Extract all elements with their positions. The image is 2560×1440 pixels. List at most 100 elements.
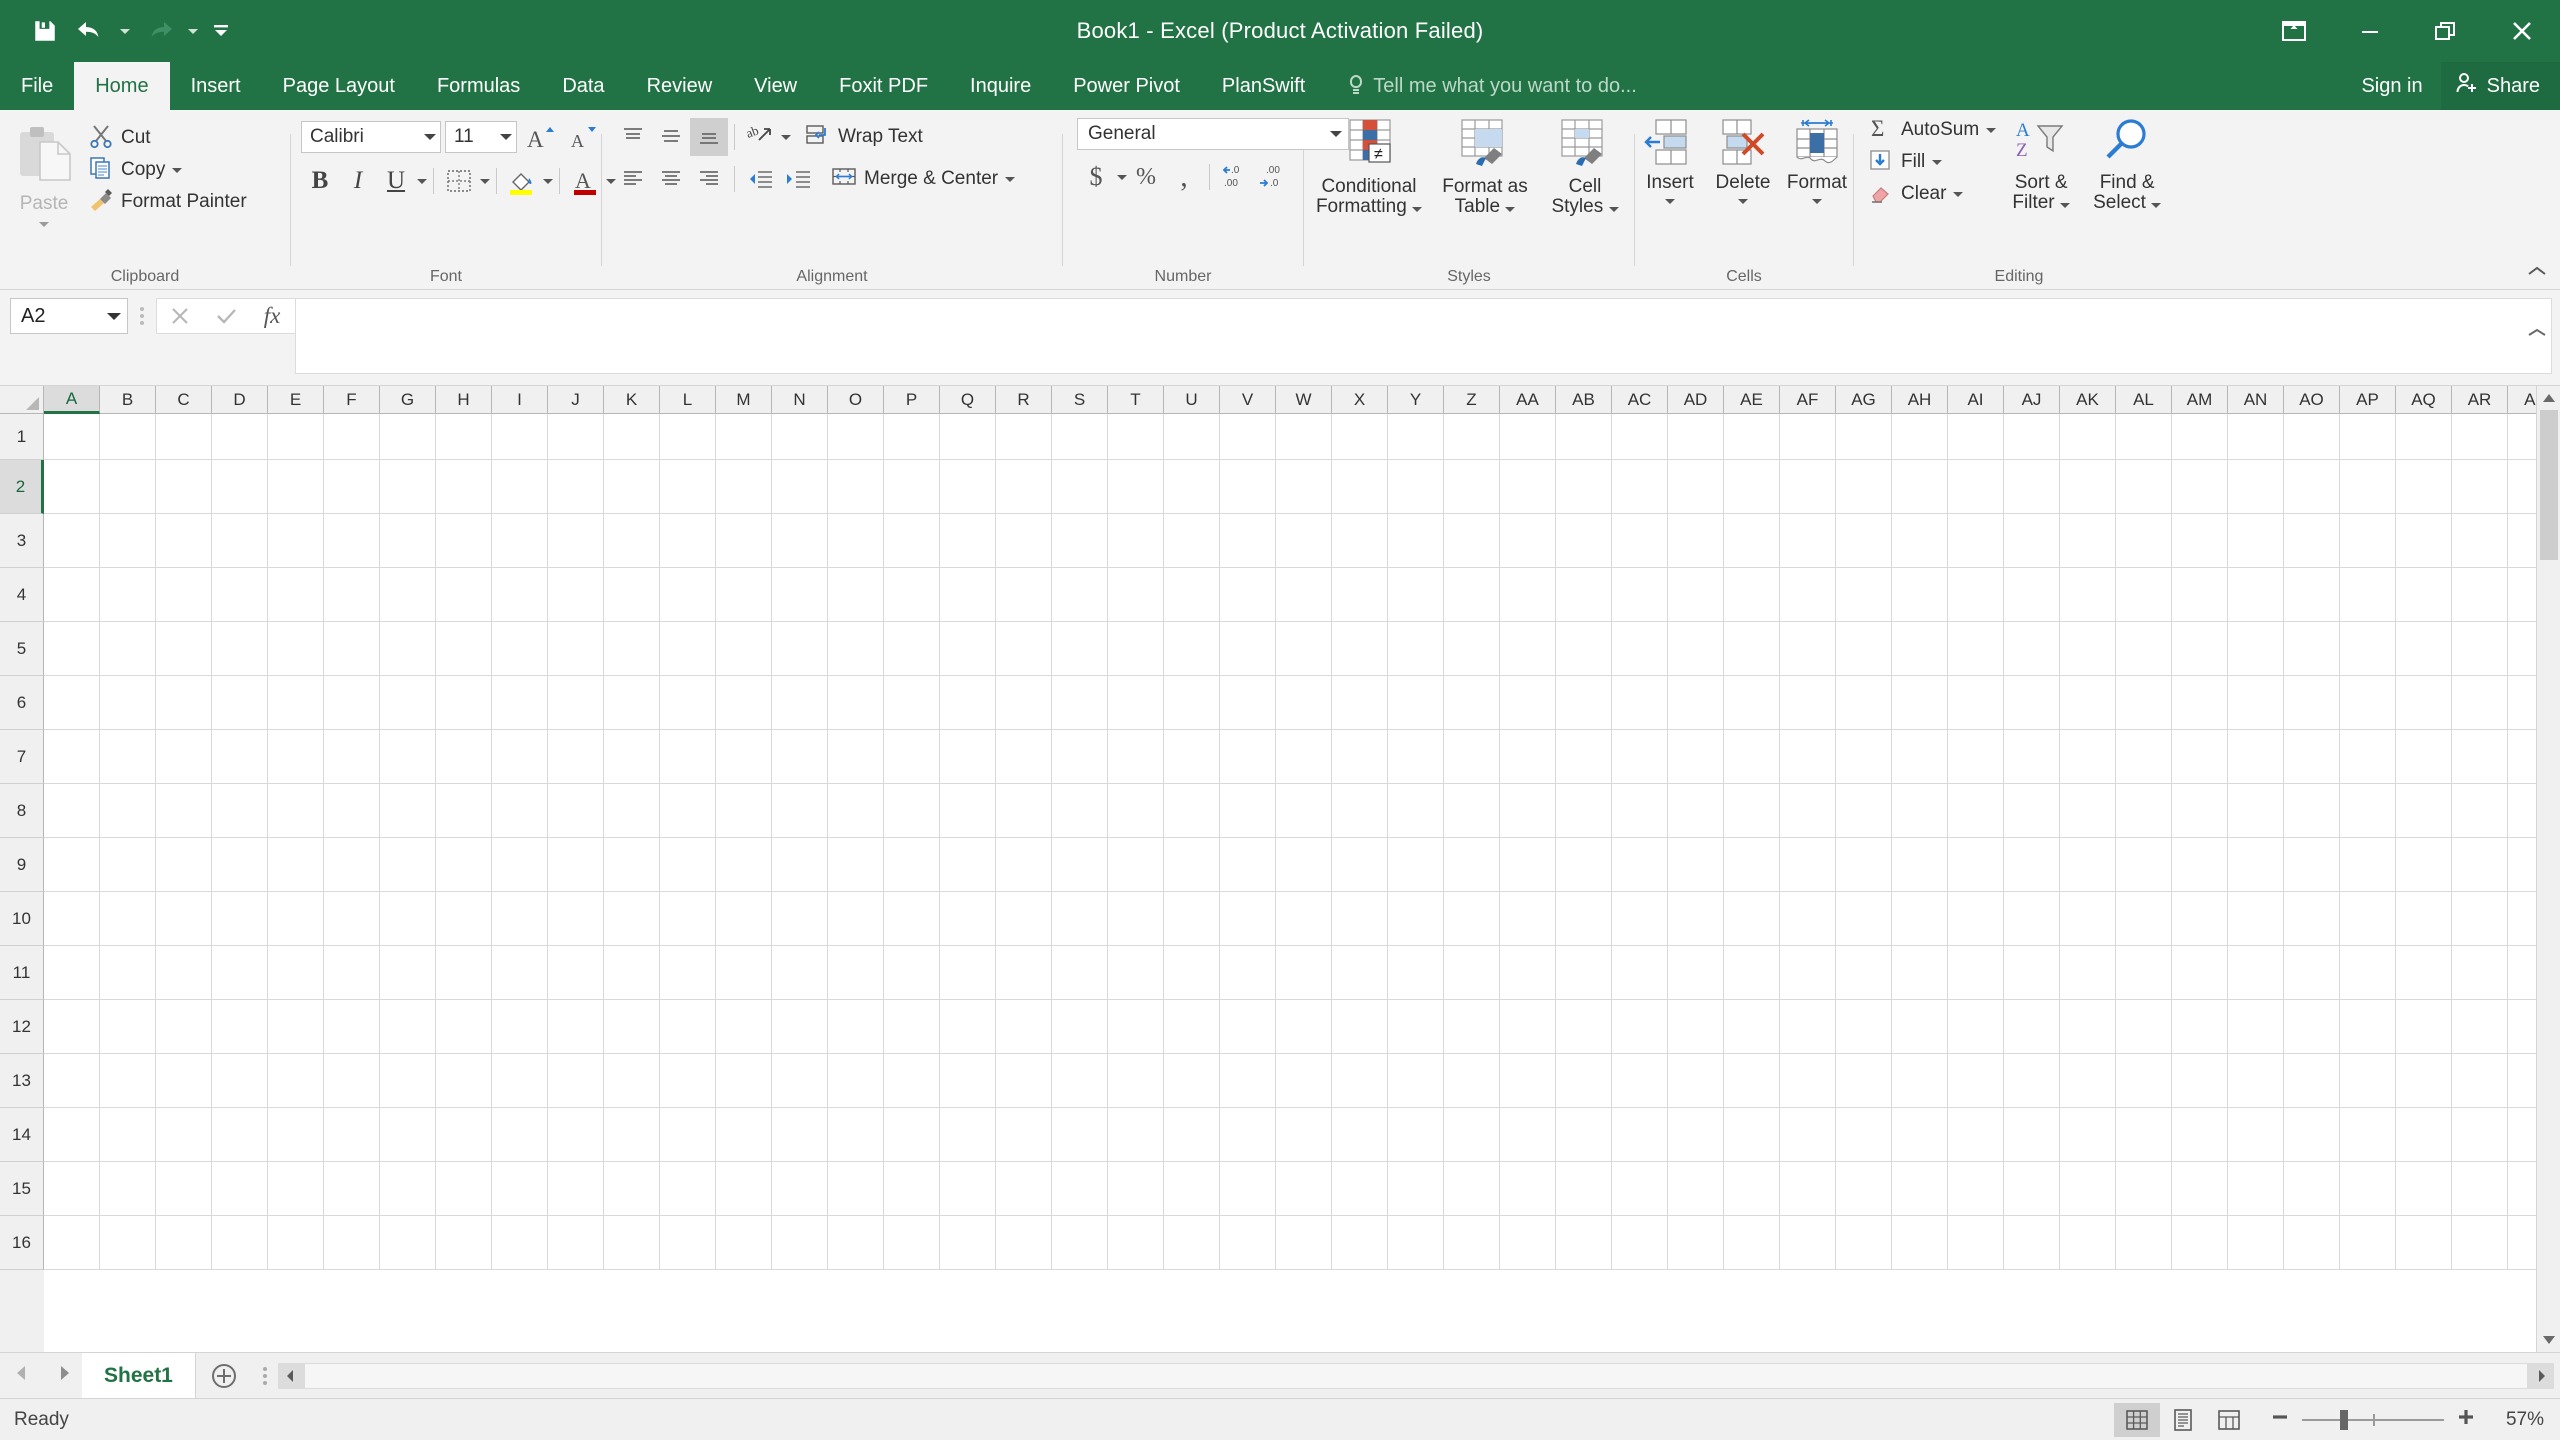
align-bottom-button[interactable]: [690, 118, 728, 156]
cell-AG1[interactable]: [1836, 414, 1892, 460]
cell-B6[interactable]: [100, 676, 156, 730]
cell-AN2[interactable]: [2228, 460, 2284, 514]
cell-AL14[interactable]: [2116, 1108, 2172, 1162]
column-header-v[interactable]: V: [1220, 386, 1276, 414]
previous-sheet-icon[interactable]: [14, 1364, 30, 1387]
cell-AG7[interactable]: [1836, 730, 1892, 784]
cell-R13[interactable]: [996, 1054, 1052, 1108]
cell-AG13[interactable]: [1836, 1054, 1892, 1108]
cell-V13[interactable]: [1220, 1054, 1276, 1108]
cell-K2[interactable]: [604, 460, 660, 514]
cell-AC2[interactable]: [1612, 460, 1668, 514]
column-header-an[interactable]: AN: [2228, 386, 2284, 414]
column-header-n[interactable]: N: [772, 386, 828, 414]
cell-AK6[interactable]: [2060, 676, 2116, 730]
column-header-ae[interactable]: AE: [1724, 386, 1780, 414]
cell-J15[interactable]: [548, 1162, 604, 1216]
cell-C11[interactable]: [156, 946, 212, 1000]
accounting-format-button[interactable]: $: [1077, 158, 1115, 196]
cell-AL16[interactable]: [2116, 1216, 2172, 1270]
cell-E6[interactable]: [268, 676, 324, 730]
format-as-table-dropdown-icon[interactable]: [1505, 207, 1515, 212]
cell-K13[interactable]: [604, 1054, 660, 1108]
column-header-as[interactable]: AS: [2508, 386, 2536, 414]
column-header-h[interactable]: H: [436, 386, 492, 414]
cell-R4[interactable]: [996, 568, 1052, 622]
cell-K16[interactable]: [604, 1216, 660, 1270]
cell-W12[interactable]: [1276, 1000, 1332, 1054]
cell-AN16[interactable]: [2228, 1216, 2284, 1270]
cell-AK7[interactable]: [2060, 730, 2116, 784]
cell-AG10[interactable]: [1836, 892, 1892, 946]
row-header-16[interactable]: 16: [0, 1216, 44, 1270]
cell-AJ15[interactable]: [2004, 1162, 2060, 1216]
cell-O1[interactable]: [828, 414, 884, 460]
cell-AJ12[interactable]: [2004, 1000, 2060, 1054]
cell-F1[interactable]: [324, 414, 380, 460]
cell-AQ9[interactable]: [2396, 838, 2452, 892]
cell-B15[interactable]: [100, 1162, 156, 1216]
cell-AQ14[interactable]: [2396, 1108, 2452, 1162]
cell-D7[interactable]: [212, 730, 268, 784]
cell-Y6[interactable]: [1388, 676, 1444, 730]
cell-AH16[interactable]: [1892, 1216, 1948, 1270]
cell-D16[interactable]: [212, 1216, 268, 1270]
cell-AO12[interactable]: [2284, 1000, 2340, 1054]
cell-I1[interactable]: [492, 414, 548, 460]
cell-H4[interactable]: [436, 568, 492, 622]
cell-AN10[interactable]: [2228, 892, 2284, 946]
row-header-13[interactable]: 13: [0, 1054, 44, 1108]
cell-styles-dropdown-icon[interactable]: [1609, 207, 1619, 212]
cell-Z5[interactable]: [1444, 622, 1500, 676]
cell-M3[interactable]: [716, 514, 772, 568]
cell-D8[interactable]: [212, 784, 268, 838]
column-header-y[interactable]: Y: [1388, 386, 1444, 414]
cell-AQ8[interactable]: [2396, 784, 2452, 838]
ribbon-display-options-icon[interactable]: [2256, 0, 2332, 62]
cell-I5[interactable]: [492, 622, 548, 676]
align-top-button[interactable]: [614, 118, 652, 156]
cell-R7[interactable]: [996, 730, 1052, 784]
cell-A5[interactable]: [44, 622, 100, 676]
cell-E4[interactable]: [268, 568, 324, 622]
cell-AH6[interactable]: [1892, 676, 1948, 730]
cell-AI4[interactable]: [1948, 568, 2004, 622]
cell-C8[interactable]: [156, 784, 212, 838]
zoom-out-icon[interactable]: [2270, 1407, 2290, 1432]
cell-L12[interactable]: [660, 1000, 716, 1054]
cell-S6[interactable]: [1052, 676, 1108, 730]
cell-AI12[interactable]: [1948, 1000, 2004, 1054]
cell-Y8[interactable]: [1388, 784, 1444, 838]
cell-H15[interactable]: [436, 1162, 492, 1216]
cell-M1[interactable]: [716, 414, 772, 460]
cell-AG16[interactable]: [1836, 1216, 1892, 1270]
cell-Y5[interactable]: [1388, 622, 1444, 676]
cell-A9[interactable]: [44, 838, 100, 892]
cell-AH2[interactable]: [1892, 460, 1948, 514]
cell-J4[interactable]: [548, 568, 604, 622]
cell-AB14[interactable]: [1556, 1108, 1612, 1162]
cell-M8[interactable]: [716, 784, 772, 838]
cell-Q1[interactable]: [940, 414, 996, 460]
column-header-q[interactable]: Q: [940, 386, 996, 414]
cell-AS11[interactable]: [2508, 946, 2536, 1000]
cell-N13[interactable]: [772, 1054, 828, 1108]
conditional-formatting-button[interactable]: ≠ Conditional Formatting: [1309, 116, 1429, 217]
cell-O10[interactable]: [828, 892, 884, 946]
find-select-dropdown-icon[interactable]: [2151, 203, 2161, 208]
cell-G12[interactable]: [380, 1000, 436, 1054]
cell-AL3[interactable]: [2116, 514, 2172, 568]
cell-AD1[interactable]: [1668, 414, 1724, 460]
horizontal-scroll-track[interactable]: [304, 1363, 2528, 1389]
cell-O2[interactable]: [828, 460, 884, 514]
cell-Z15[interactable]: [1444, 1162, 1500, 1216]
cell-L10[interactable]: [660, 892, 716, 946]
cell-AK9[interactable]: [2060, 838, 2116, 892]
borders-button[interactable]: [440, 162, 478, 200]
column-header-aj[interactable]: AJ: [2004, 386, 2060, 414]
decrease-decimal-button[interactable]: .00.0: [1254, 158, 1292, 196]
cell-AC11[interactable]: [1612, 946, 1668, 1000]
cell-Z7[interactable]: [1444, 730, 1500, 784]
comma-style-button[interactable]: ,: [1165, 158, 1203, 196]
align-right-button[interactable]: [690, 160, 728, 198]
